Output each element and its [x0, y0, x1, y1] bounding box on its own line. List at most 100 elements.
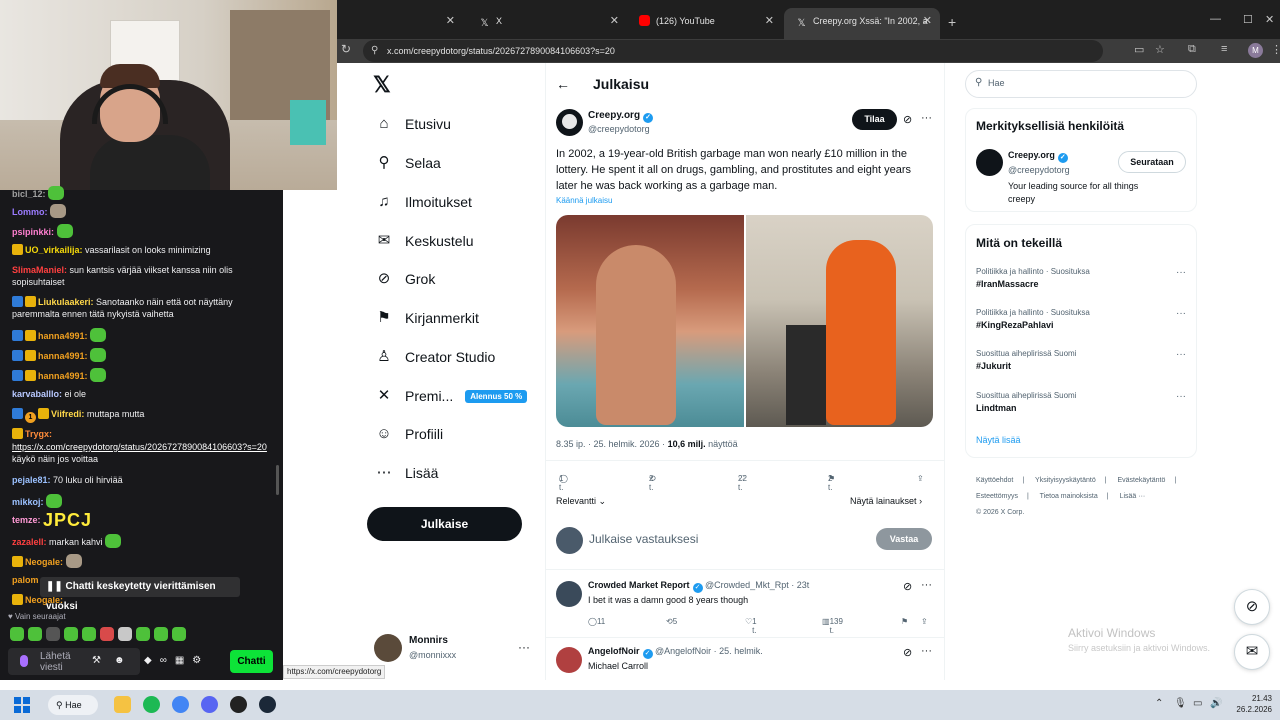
bookmark-icon[interactable]: ⚑	[901, 617, 908, 626]
star-icon[interactable]: ☆	[1155, 43, 1165, 56]
nav-creator-studio[interactable]: ♙ Creator Studio	[375, 344, 495, 370]
post-button[interactable]: Julkaise	[367, 507, 522, 541]
emote-icon[interactable]	[64, 627, 78, 641]
nav-notifications[interactable]: ♫ Ilmoitukset	[375, 189, 472, 215]
media-icon[interactable]: ≡	[1221, 43, 1227, 55]
close-window-icon[interactable]: ✕	[1265, 13, 1274, 26]
clock[interactable]: 21.43 26.2.2026	[1230, 693, 1272, 715]
taskbar-search[interactable]: ⚲ Hae	[48, 695, 98, 715]
footer-link[interactable]: Lisää ···	[1120, 493, 1146, 500]
cast-icon[interactable]: ▭	[1134, 43, 1144, 56]
chat-scrollbar[interactable]	[276, 465, 279, 495]
avatar[interactable]	[374, 634, 402, 662]
minimize-icon[interactable]: —	[1210, 13, 1221, 25]
browser-tab[interactable]: ✕	[337, 8, 463, 39]
more-icon[interactable]: ···	[921, 112, 932, 124]
chevron-up-icon[interactable]: ⌃	[1155, 698, 1163, 709]
trend-item[interactable]: Suosittua aiheplirissä Suomi #Jukurit	[976, 349, 1077, 371]
trend-item[interactable]: Politiikka ja hallinto · Suosituksa #King…	[976, 308, 1090, 330]
post-author-handle[interactable]: @creepydotorg	[588, 124, 650, 134]
close-icon[interactable]: ✕	[923, 8, 932, 35]
footer-link[interactable]: Käyttöehdot	[976, 477, 1013, 484]
views-action[interactable]: ▥ 139 t.	[822, 617, 843, 635]
grok-float-button[interactable]: ⊘	[1234, 589, 1270, 625]
close-icon[interactable]: ✕	[765, 8, 774, 35]
nav-grok[interactable]: ⊘ Grok	[375, 266, 436, 292]
emote-icon[interactable]	[82, 627, 96, 641]
nav-bookmarks[interactable]: ⚑ Kirjanmerkit	[375, 305, 479, 331]
emote-icon[interactable]	[172, 627, 186, 641]
close-icon[interactable]: ✕	[446, 8, 455, 35]
chrome-icon[interactable]	[172, 696, 189, 713]
grok-icon[interactable]: ⊘	[903, 113, 912, 126]
link-icon[interactable]: ∞	[160, 655, 167, 666]
profile-avatar[interactable]: M	[1248, 43, 1263, 58]
footer-link[interactable]: Tietoa mainoksista	[1040, 493, 1098, 500]
avatar[interactable]	[556, 581, 582, 607]
more-icon[interactable]: ···	[921, 579, 932, 591]
avatar[interactable]	[556, 109, 583, 136]
more-icon[interactable]: ···	[1176, 349, 1186, 360]
new-tab-button[interactable]: +	[948, 14, 956, 30]
emote-icon[interactable]	[100, 627, 114, 641]
nav-home[interactable]: ⌂ Etusivu	[375, 111, 450, 137]
browser-tab[interactable]: 𝕏 X ✕	[467, 8, 627, 39]
points-icon[interactable]: ◆	[144, 655, 152, 666]
share-icon[interactable]: ⇪	[917, 474, 924, 483]
emote-icon[interactable]	[118, 627, 132, 641]
more-icon[interactable]: ···	[1176, 308, 1186, 319]
like-action[interactable]: ♡ 1 t.	[745, 617, 757, 635]
sort-dropdown[interactable]: Relevantti ⌄	[556, 496, 606, 507]
emote-picker-icon[interactable]: ☻	[114, 655, 125, 666]
view-quotes-link[interactable]: Näytä lainaukset ›	[850, 496, 922, 506]
menu-icon[interactable]: ⋮	[1271, 43, 1280, 56]
store-icon[interactable]: ▦	[175, 655, 184, 666]
nav-profile[interactable]: ☺ Profiili	[375, 421, 443, 447]
nav-messages[interactable]: ✉ Keskustelu	[375, 228, 474, 254]
reply-button[interactable]: Vastaa	[876, 528, 932, 550]
post-image[interactable]	[556, 215, 744, 427]
repost-action[interactable]: ⟲ 5	[666, 617, 677, 626]
footer-link[interactable]: Esteettömyys	[976, 493, 1018, 500]
back-arrow-icon[interactable]: ←	[556, 76, 570, 92]
chat-send-button[interactable]: Chatti	[230, 650, 273, 673]
footer-link[interactable]: Evästekäytäntö	[1118, 477, 1166, 484]
x-logo-icon[interactable]: 𝕏	[373, 72, 391, 98]
trend-item[interactable]: Suosittua aiheplirissä Suomi Lindtman	[976, 391, 1077, 413]
chat-link[interactable]: https://x.com/creepydotorg/status/202672…	[12, 442, 267, 452]
more-icon[interactable]: ···	[518, 640, 530, 654]
post-image[interactable]	[746, 215, 933, 427]
subscribe-button[interactable]: Tilaa	[852, 109, 897, 130]
network-icon[interactable]: ▭	[1193, 698, 1202, 709]
gear-icon[interactable]: ⚙	[192, 655, 201, 666]
extensions-icon[interactable]: ⧉	[1188, 43, 1196, 56]
translate-link[interactable]: Käännä julkaisu	[556, 196, 612, 205]
reply-action[interactable]: ◯ 11	[588, 617, 605, 626]
emote-icon[interactable]	[46, 627, 60, 641]
more-icon[interactable]: ···	[1176, 391, 1186, 402]
volume-icon[interactable]: 🔊	[1210, 698, 1222, 709]
bits-icon[interactable]: ⚒	[92, 655, 101, 666]
grok-icon[interactable]: ⊘	[903, 646, 912, 659]
messages-float-button[interactable]: ✉	[1234, 634, 1270, 670]
share-icon[interactable]: ⇪	[921, 617, 928, 626]
close-icon[interactable]: ✕	[610, 8, 619, 35]
windows-start-icon[interactable]	[14, 697, 30, 713]
avatar[interactable]	[976, 149, 1003, 176]
mic-icon[interactable]: 🎙	[1174, 698, 1187, 709]
steam-icon[interactable]	[259, 696, 276, 713]
show-more-link[interactable]: Näytä lisää	[976, 435, 1021, 445]
who-name[interactable]: Creepy.org ✓	[1008, 150, 1068, 163]
address-bar[interactable]: ⚲ x.com/creepydotorg/status/202672789008…	[363, 40, 1103, 62]
discord-icon[interactable]	[201, 696, 218, 713]
nav-more[interactable]: ⋯ Lisää	[375, 460, 439, 486]
file-explorer-icon[interactable]	[114, 696, 131, 713]
avatar[interactable]	[556, 647, 582, 673]
more-icon[interactable]: ···	[921, 645, 932, 657]
footer-link[interactable]: Yksityisyyskäytäntö	[1035, 477, 1096, 484]
trend-item[interactable]: Politiikka ja hallinto · Suosituksa #Iran…	[976, 267, 1090, 289]
emote-icon[interactable]	[154, 627, 168, 641]
search-input[interactable]: ⚲ Hae	[965, 70, 1197, 98]
browser-tab-active[interactable]: 𝕏Creepy.org Xssä: "In 2002, a 19✕	[784, 8, 940, 53]
post-author-name[interactable]: Creepy.org ✓	[588, 110, 654, 123]
